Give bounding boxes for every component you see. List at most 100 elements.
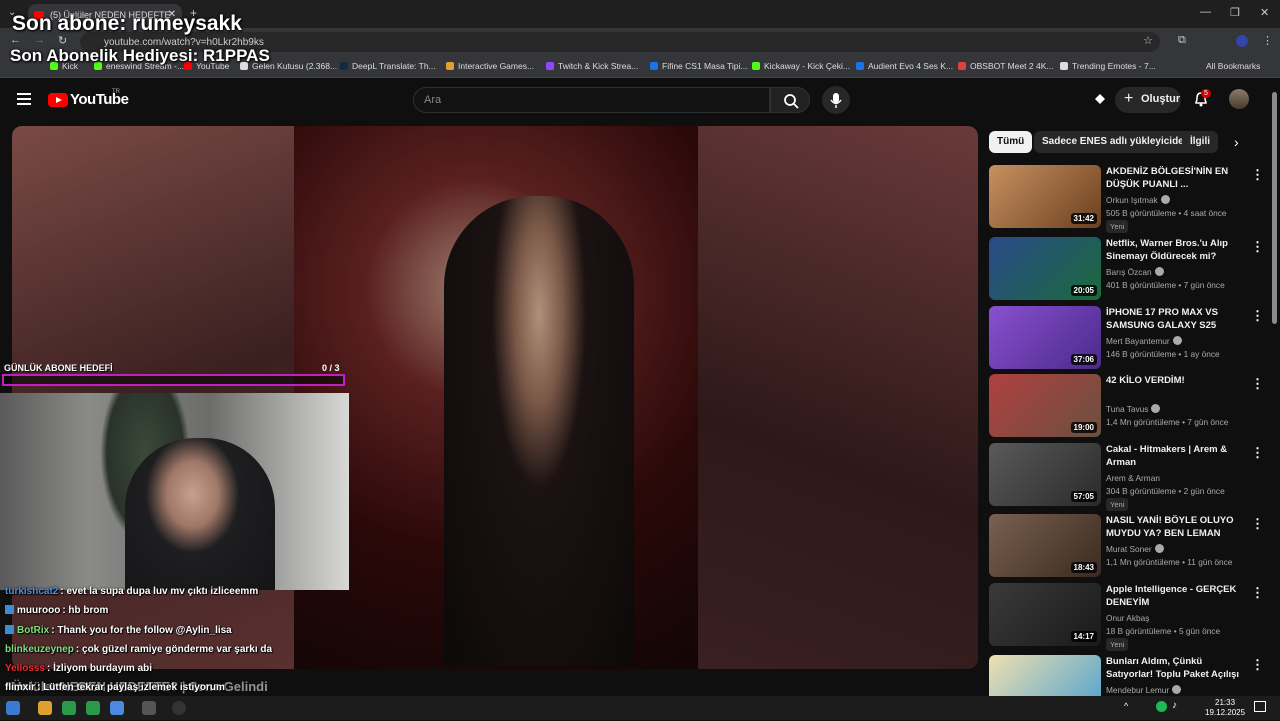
- video-title[interactable]: Apple Intelligence - GERÇEK DENEYİM: [1106, 583, 1241, 609]
- spotify-icon[interactable]: [86, 701, 100, 715]
- scrollbar[interactable]: [1272, 92, 1277, 324]
- verified-icon: [1160, 195, 1170, 204]
- account-avatar[interactable]: [1229, 89, 1249, 109]
- recommended-video[interactable]: 31:42 AKDENİZ BÖLGESİ'NİN EN DÜŞÜK PUANLI…: [989, 165, 1264, 233]
- close-window-icon[interactable]: ✕: [1260, 6, 1269, 19]
- notification-center-icon[interactable]: [1254, 701, 1266, 712]
- bookmark-item[interactable]: Twitch & Kick Strea...: [546, 61, 638, 71]
- video-title[interactable]: İPHONE 17 PRO MAX VS SAMSUNG GALAXY S25 …: [1106, 306, 1241, 332]
- more-actions-icon[interactable]: ⋮: [1251, 657, 1264, 673]
- channel-name[interactable]: Arem & Arman: [1106, 473, 1160, 483]
- more-actions-icon[interactable]: ⋮: [1251, 516, 1264, 532]
- channel-name-text: Murat Soner: [1106, 544, 1152, 554]
- chip-all[interactable]: Tümü: [989, 131, 1033, 153]
- video-thumbnail[interactable]: 20:05: [989, 237, 1101, 300]
- taskbar-clock[interactable]: 21:33 19.12.2025: [1205, 698, 1245, 718]
- taskbar-app-icon[interactable]: [62, 701, 76, 715]
- channel-name[interactable]: Mert Bayantemur: [1106, 336, 1182, 346]
- bookmark-item[interactable]: Audient Evo 4 Ses K...: [856, 61, 953, 71]
- channel-name-text: Mendebur Lemur: [1106, 685, 1170, 695]
- chip-related[interactable]: İlgili: [1182, 131, 1218, 153]
- video-thumbnail[interactable]: 57:05: [989, 443, 1101, 506]
- video-thumbnail[interactable]: 37:06: [989, 306, 1101, 369]
- restore-icon[interactable]: ❐: [1230, 6, 1240, 19]
- channel-name[interactable]: Barış Özcan: [1106, 267, 1164, 277]
- bookmark-item[interactable]: Fifine CS1 Masa Tipi...: [650, 61, 748, 71]
- chat-username: turkishcat2: [5, 586, 59, 597]
- goal-title: GÜNLÜK ABONE HEDEFİ: [4, 363, 113, 373]
- extensions-icon[interactable]: ⧉: [1178, 34, 1186, 47]
- video-thumbnail[interactable]: 14:17: [989, 583, 1101, 646]
- bookmark-item[interactable]: Interactive Games...: [446, 61, 534, 71]
- bookmark-item[interactable]: OBSBOT Meet 2 4K...: [958, 61, 1053, 71]
- voice-search-button[interactable]: [822, 86, 850, 114]
- hamburger-menu-icon[interactable]: [17, 93, 31, 105]
- start-icon[interactable]: [6, 701, 20, 715]
- youtube-logo-icon[interactable]: [48, 93, 68, 107]
- obs-studio-icon[interactable]: [172, 701, 186, 715]
- obs-icon[interactable]: [142, 701, 156, 715]
- recommended-video[interactable]: 14:17 Apple Intelligence - GERÇEK DENEYİM…: [989, 583, 1264, 651]
- recommended-video[interactable]: 18:43 NASIL YANİ! BÖYLE OLUYO MUYDU YA? B…: [989, 514, 1264, 580]
- recommended-video[interactable]: 57:05 Cakal - Hitmakers | Arem & Arman Are…: [989, 443, 1264, 511]
- channel-name-text: Tuna Tavus: [1106, 404, 1149, 414]
- more-actions-icon[interactable]: ⋮: [1251, 308, 1264, 324]
- recommended-video[interactable]: 20:05 Netflix, Warner Bros.'u Alıp Sinema…: [989, 237, 1264, 303]
- video-title[interactable]: Cakal - Hitmakers | Arem & Arman: [1106, 443, 1241, 469]
- channel-name[interactable]: Murat Soner: [1106, 544, 1164, 554]
- more-actions-icon[interactable]: ⋮: [1251, 585, 1264, 601]
- video-meta: 1,4 Mn görüntüleme • 7 gün önce: [1106, 417, 1229, 427]
- video-title[interactable]: Bunları Aldım, Çünkü Satıyorlar! Toplu P…: [1106, 655, 1241, 681]
- bookmark-label: Interactive Games...: [458, 61, 535, 71]
- video-title[interactable]: NASIL YANİ! BÖYLE OLUYO MUYDU YA? BEN LE…: [1106, 514, 1241, 540]
- chat-text: : İzliyom burdayım abi: [47, 663, 153, 675]
- video-thumbnail[interactable]: 18:43: [989, 514, 1101, 577]
- video-title[interactable]: AKDENİZ BÖLGESİ'NİN EN DÜŞÜK PUANLI ...: [1106, 165, 1241, 191]
- tray-spotify-icon[interactable]: [1156, 701, 1167, 712]
- bookmark-item[interactable]: Kickaway - Kick Çeki...: [752, 61, 850, 71]
- profile-icon[interactable]: [1236, 35, 1248, 47]
- live-cast-icon[interactable]: [1092, 91, 1108, 107]
- video-thumbnail[interactable]: 31:42: [989, 165, 1101, 228]
- video-meta: 304 B görüntüleme • 2 gün önce: [1106, 486, 1225, 496]
- video-duration: 57:05: [1070, 491, 1097, 502]
- bookmark-item[interactable]: Trending Emotes - 7...: [1060, 61, 1156, 71]
- video-thumbnail[interactable]: 19:00: [989, 374, 1101, 437]
- chip-uploader[interactable]: Sadece ENES adlı yükleyiciden: [1034, 131, 1198, 153]
- bookmark-favicon-icon: [650, 62, 658, 70]
- channel-name[interactable]: Onur Akbaş: [1106, 613, 1149, 623]
- search-input[interactable]: Ara: [413, 87, 770, 113]
- minimize-icon[interactable]: —: [1200, 6, 1211, 18]
- more-actions-icon[interactable]: ⋮: [1251, 445, 1264, 461]
- chat-message: blinkeuzeynep: çok güzel ramiye gönderme…: [0, 644, 400, 663]
- more-actions-icon[interactable]: ⋮: [1251, 376, 1264, 392]
- chevron-right-icon[interactable]: ›: [1234, 134, 1239, 150]
- file-explorer-icon[interactable]: [38, 701, 52, 715]
- chat-username: Yellosss: [5, 663, 46, 675]
- microphone-icon: [830, 93, 842, 108]
- all-bookmarks-button[interactable]: All Bookmarks: [1206, 61, 1260, 71]
- bookmark-star-icon[interactable]: ☆: [1143, 34, 1153, 47]
- create-button[interactable]: + Oluştur: [1115, 87, 1181, 113]
- recommended-video[interactable]: 37:06 İPHONE 17 PRO MAX VS SAMSUNG GALAXY…: [989, 306, 1264, 372]
- recommended-video[interactable]: 19:00 42 KİLO VERDİM! Tuna Tavus 1,4 Mn gör…: [989, 374, 1264, 440]
- search-button[interactable]: [770, 87, 810, 113]
- channel-name[interactable]: Tuna Tavus: [1106, 404, 1161, 414]
- bookmark-item[interactable]: DeepL Translate: Th...: [340, 61, 436, 71]
- goal-count: 0 / 3: [322, 363, 340, 373]
- notification-count-badge: 5: [1201, 89, 1211, 98]
- volume-icon[interactable]: ♪: [1172, 700, 1177, 711]
- menu-kebab-icon[interactable]: ⋮: [1262, 34, 1273, 47]
- bookmark-label: Trending Emotes - 7...: [1072, 61, 1156, 71]
- channel-name[interactable]: Mendebur Lemur: [1106, 685, 1182, 695]
- video-title[interactable]: 42 KİLO VERDİM!: [1106, 374, 1241, 387]
- video-title[interactable]: Netflix, Warner Bros.'u Alıp Sinemayı Öl…: [1106, 237, 1241, 263]
- more-actions-icon[interactable]: ⋮: [1251, 239, 1264, 255]
- channel-name[interactable]: Orkun Işıtmak: [1106, 195, 1170, 205]
- bookmark-label: Kickaway - Kick Çeki...: [764, 61, 850, 71]
- tray-chevron-icon[interactable]: ^: [1124, 701, 1128, 711]
- chrome-icon[interactable]: [110, 701, 124, 715]
- video-meta: 1,1 Mn görüntüleme • 11 gün önce: [1106, 557, 1233, 567]
- more-actions-icon[interactable]: ⋮: [1251, 167, 1264, 183]
- video-duration: 14:17: [1070, 631, 1097, 642]
